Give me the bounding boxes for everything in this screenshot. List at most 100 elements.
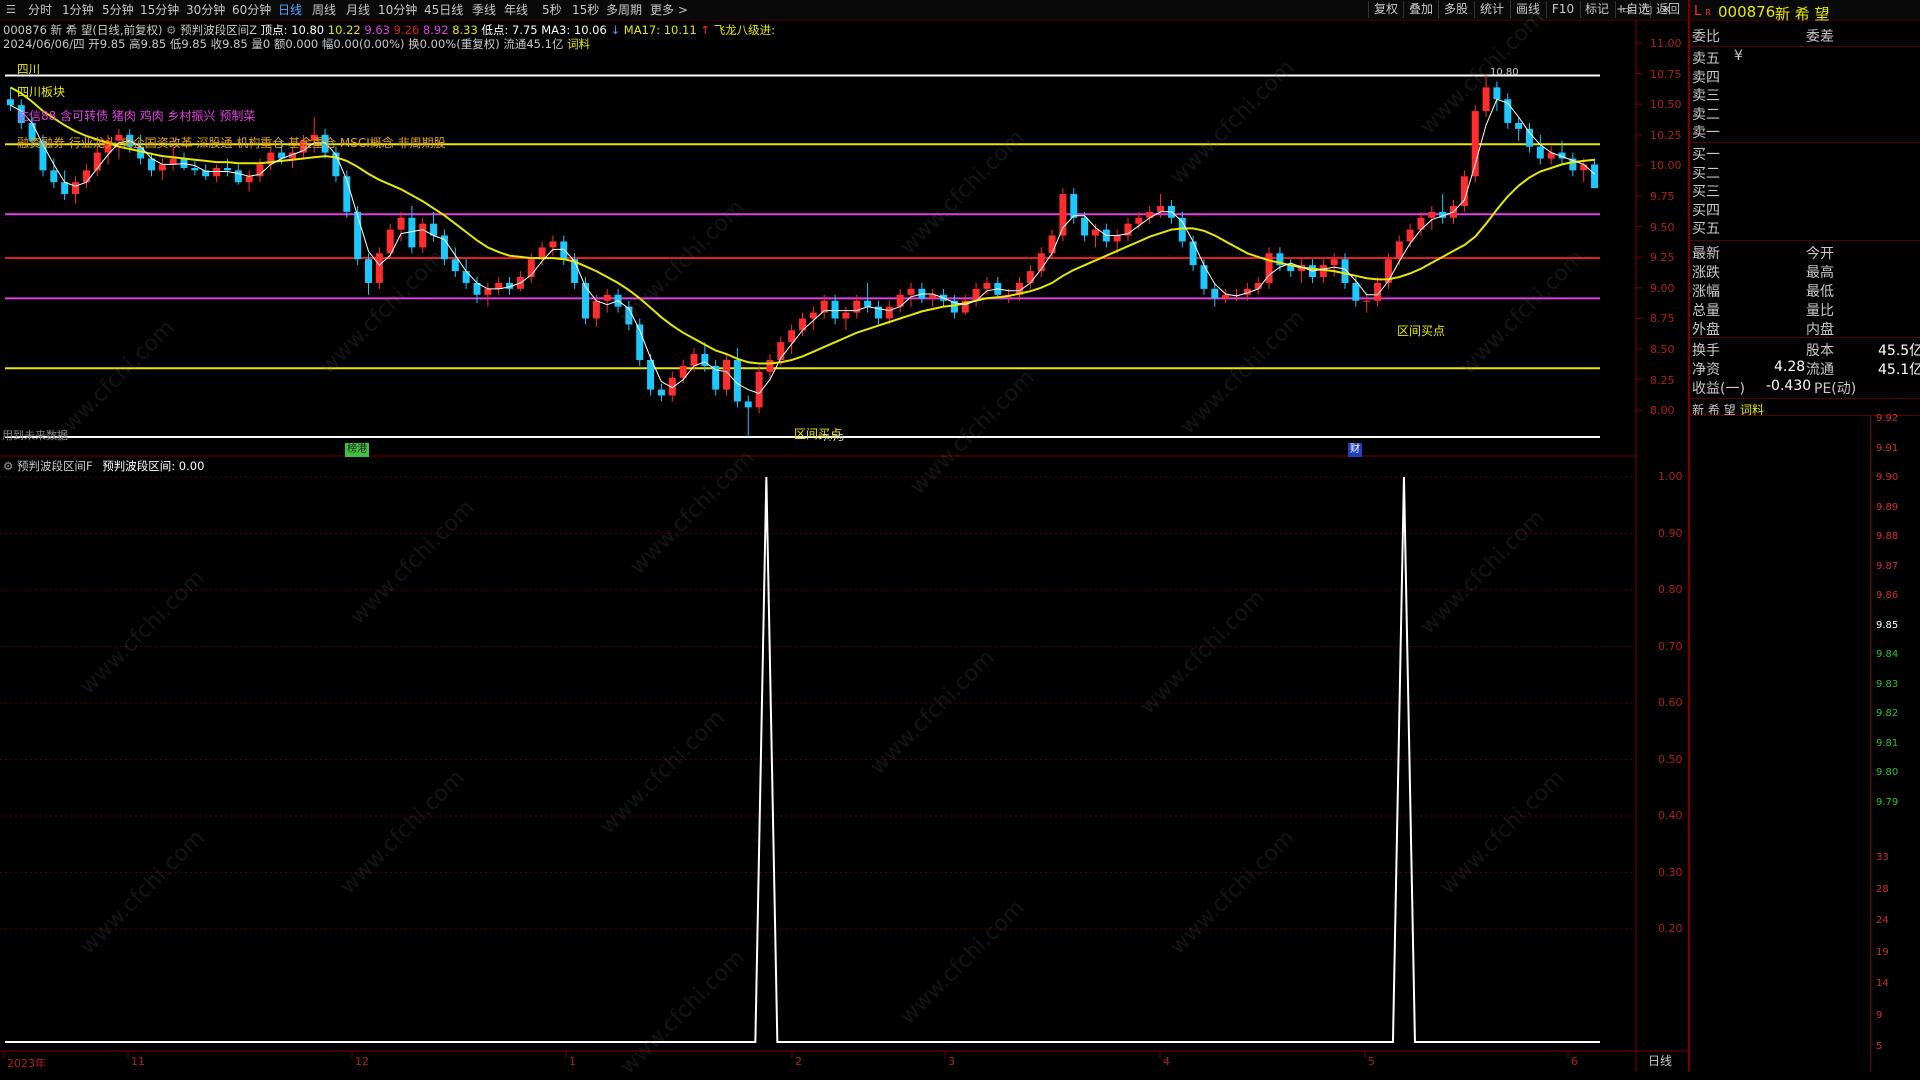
candle-body: [603, 294, 611, 301]
candle-body: [657, 389, 665, 396]
bid-level[interactable]: 买二: [1692, 163, 1720, 183]
date-tick: 3: [948, 1055, 955, 1068]
candle-body: [397, 217, 405, 230]
mini-price-tick: 9.91: [1876, 442, 1899, 454]
mini-price-tick: 9.79: [1876, 796, 1899, 808]
mini-price-tick: 9.86: [1876, 590, 1899, 601]
mini-price-tick: 9.89: [1876, 501, 1899, 513]
price-tick: 10.75: [1650, 67, 1682, 81]
net-asset-label: 净资: [1692, 362, 1720, 378]
float-value: 45.1亿: [1878, 362, 1920, 378]
candle-body: [158, 164, 166, 171]
period-indicator[interactable]: 日线: [1648, 1054, 1672, 1068]
mini-price-tick: 9.85: [1876, 619, 1899, 631]
candle-body: [766, 359, 774, 372]
date-tick: 6: [1571, 1055, 1578, 1068]
bid-level[interactable]: 买三: [1692, 181, 1720, 201]
quote-panel: L R 000876 新 希 望 委比 委差 卖五 卖四 卖三 卖二 卖一 ¥ 买一 买二…: [1688, 0, 1920, 1071]
ask-level[interactable]: 卖二: [1692, 104, 1720, 124]
price-tick: 8.00: [1650, 404, 1675, 418]
candle-body: [419, 223, 427, 248]
quote-stock-code: 000876: [1718, 3, 1776, 21]
ask-level[interactable]: 卖三: [1692, 85, 1720, 105]
mini-price-tick: 9.82: [1876, 708, 1899, 719]
price-tick: 11.00: [1650, 37, 1682, 50]
candle-body: [462, 271, 470, 283]
candle-body: [907, 288, 915, 295]
candle-body: [1580, 164, 1588, 171]
eps-value: -0.430: [1766, 378, 1812, 394]
divider: [1690, 142, 1920, 143]
bid-level[interactable]: 买一: [1692, 144, 1720, 164]
date-tick: 2023年: [7, 1057, 46, 1070]
price-tick: 8.50: [1650, 343, 1675, 356]
sub-chart-header: ⚙ 预判波段区间F 预判波段区间: 0.00: [3, 459, 204, 473]
event-tag-2[interactable]: 财: [1348, 443, 1362, 457]
candle-body: [1352, 282, 1360, 301]
hot-tags: 融资融券 行业龙头 央企国资改革 深股通 机构重仓 基金重仓 MSCI概念 非周…: [17, 136, 446, 150]
stat-label: 外盘: [1692, 322, 1720, 338]
ask-level[interactable]: 卖五: [1692, 48, 1720, 68]
divider: [1690, 46, 1920, 47]
candle-body: [831, 300, 839, 319]
candle-body: [72, 182, 80, 195]
candle-body: [592, 300, 600, 319]
candle-body: [744, 401, 752, 408]
candle-body: [234, 170, 242, 183]
mini-price-tick: 9.83: [1876, 678, 1899, 690]
date-tick: 2: [795, 1055, 802, 1068]
candle-body: [1135, 217, 1143, 224]
divider: [1690, 398, 1920, 399]
kline-chart[interactable]: [0, 0, 1688, 1071]
ask-level[interactable]: 卖一: [1692, 122, 1720, 142]
share-cap-label: 股本: [1806, 343, 1834, 359]
bid-level[interactable]: 买四: [1692, 200, 1720, 220]
candle-body: [560, 241, 568, 260]
mini-price-tick: 9.87: [1876, 560, 1899, 572]
candle-body: [1048, 235, 1056, 254]
sub-tick: 0.50: [1658, 752, 1683, 766]
candle-body: [885, 306, 893, 319]
price-tick: 10.50: [1650, 98, 1682, 112]
candle-body: [1211, 288, 1219, 299]
mini-volume-tick: 33: [1876, 852, 1889, 863]
candle-body: [375, 253, 383, 283]
candle-body: [549, 241, 557, 248]
sub-tick: 0.90: [1658, 526, 1683, 540]
candle-body: [484, 288, 492, 295]
candle-body: [1157, 205, 1165, 212]
sub-chart-title[interactable]: 预判波段区间F: [17, 459, 93, 473]
candle-body: [581, 282, 589, 319]
mini-price-tick: 9.92: [1876, 413, 1899, 424]
candle-body: [191, 167, 199, 171]
candle-body: [864, 300, 872, 307]
stat-label: 最高: [1806, 265, 1834, 281]
candle-body: [1471, 111, 1479, 177]
stat-label: 今开: [1806, 246, 1834, 262]
ask-level[interactable]: 卖四: [1692, 67, 1720, 87]
mini-volume-tick: 24: [1876, 915, 1889, 926]
mini-volume-tick: 5: [1876, 1041, 1883, 1052]
price-tick: 9.00: [1650, 281, 1675, 295]
candle-body: [1482, 87, 1490, 112]
turnover-label: 换手: [1692, 343, 1720, 359]
candle-body: [169, 158, 177, 165]
candle-body: [245, 176, 253, 183]
candle-body: [1428, 211, 1436, 218]
candle-body: [842, 312, 850, 319]
candle-body: [809, 312, 817, 319]
candle-body: [1363, 300, 1371, 302]
mini-volume-tick: 28: [1876, 883, 1889, 895]
sub-settings-icon[interactable]: ⚙: [3, 459, 17, 473]
candle-body: [1591, 164, 1599, 189]
candle-body: [1026, 271, 1034, 283]
concept-tags: 达信88 含可转债 猪肉 鸡肉 乡村振兴 预制菜: [17, 109, 256, 123]
date-tick: 11: [131, 1055, 145, 1068]
bid-level[interactable]: 买五: [1692, 218, 1720, 238]
event-tag-1[interactable]: 榜港: [345, 443, 369, 457]
stat-label: 最低: [1806, 284, 1834, 300]
sub-tick: 0.60: [1658, 696, 1683, 709]
buy-point-label-2: 区间买点: [1397, 324, 1446, 338]
price-tick: 8.75: [1650, 312, 1675, 326]
candle-body: [1222, 294, 1230, 299]
